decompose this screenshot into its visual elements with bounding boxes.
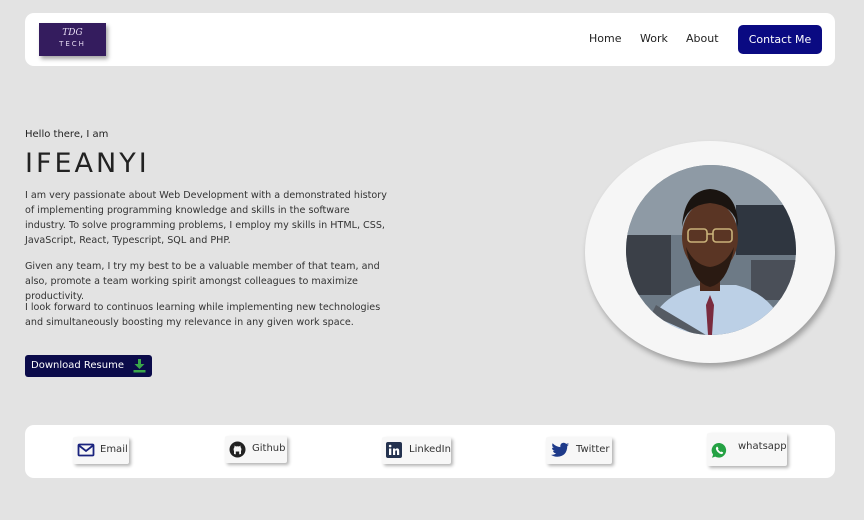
- linkedin-icon: [386, 442, 402, 461]
- github-link[interactable]: Github: [225, 436, 287, 463]
- contact-me-button[interactable]: Contact Me: [738, 25, 822, 54]
- mail-icon: [77, 442, 95, 461]
- download-icon: [133, 359, 146, 382]
- twitter-label: Twitter: [576, 444, 610, 455]
- bio-paragraph-1: I am very passionate about Web Developme…: [25, 190, 387, 246]
- nav-work-link[interactable]: Work: [640, 32, 668, 45]
- github-label: Github: [252, 443, 286, 454]
- download-resume-label: Download Resume: [31, 360, 124, 371]
- bio-paragraph-3: I look forward to continuos learning whi…: [25, 302, 381, 328]
- hero-greeting: Hello there, I am: [25, 129, 109, 140]
- profile-photo: [626, 165, 796, 335]
- github-icon: [229, 441, 246, 461]
- whatsapp-label: whatsapp: [738, 441, 787, 452]
- brand-logo[interactable]: TDG TECH: [39, 23, 106, 56]
- logo-subtext: TECH: [59, 40, 86, 48]
- linkedin-link[interactable]: LinkedIn: [382, 437, 451, 464]
- whatsapp-icon: [711, 442, 728, 462]
- top-navbar: TDG TECH Home Work About Contact Me: [25, 13, 835, 66]
- twitter-icon: [550, 442, 570, 462]
- nav-home-link[interactable]: Home: [589, 32, 621, 45]
- email-label: Email: [100, 444, 128, 455]
- email-link[interactable]: Email: [73, 437, 129, 464]
- download-resume-button[interactable]: Download Resume: [25, 355, 152, 377]
- nav-about-link[interactable]: About: [686, 32, 719, 45]
- logo-mark-text: TDG: [62, 28, 83, 38]
- linkedin-label: LinkedIn: [409, 444, 451, 455]
- hero-name: IFEANYI: [25, 148, 150, 179]
- bio-paragraph-2: Given any team, I try my best to be a va…: [25, 261, 380, 302]
- twitter-link[interactable]: Twitter: [546, 437, 612, 464]
- social-links-bar: Email Github LinkedIn Twitter whatsapp: [25, 425, 835, 478]
- profile-photo-frame: [585, 141, 835, 363]
- whatsapp-link[interactable]: whatsapp: [707, 433, 787, 466]
